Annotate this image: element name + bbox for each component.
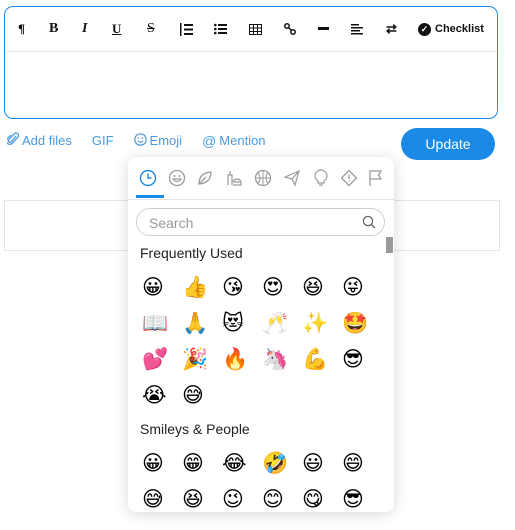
underline-icon[interactable]: U	[112, 19, 121, 39]
horizontal-rule-icon[interactable]	[318, 19, 329, 39]
emoji-button[interactable]: 😂	[218, 445, 258, 481]
symbols-category-icon[interactable]	[340, 169, 358, 187]
emoji-button[interactable]: 🙏	[178, 305, 218, 341]
emoji-button[interactable]: 🤩	[338, 305, 378, 341]
emoji-button[interactable]: 😆	[298, 269, 338, 305]
emoji-button[interactable]: 😘	[218, 269, 258, 305]
text-direction-icon[interactable]: ⇄	[386, 19, 397, 39]
align-left-icon[interactable]	[351, 19, 363, 39]
formatting-toolbar: ¶ B I U S ⇄ ✓ Checklist	[5, 7, 497, 52]
emoji-button[interactable]: 😁	[178, 445, 218, 481]
food-category-icon[interactable]	[225, 169, 243, 187]
bold-icon[interactable]: B	[49, 19, 58, 39]
gif-label: GIF	[91, 133, 114, 148]
flags-category-icon[interactable]	[367, 169, 385, 187]
emoji-label: Emoji	[149, 133, 183, 148]
emoji-button[interactable]: 😆	[178, 481, 218, 512]
emoji-list-scrollbar[interactable]	[386, 237, 393, 253]
emoji-button[interactable]: 😀	[138, 445, 178, 481]
checklist-label: Checklist	[435, 23, 484, 35]
composer-actions: Add files GIF Emoji @ Mention	[5, 132, 286, 149]
strikethrough-icon[interactable]: S	[147, 19, 155, 39]
activity-category-icon[interactable]	[254, 169, 272, 187]
emoji-button[interactable]: 💪	[298, 341, 338, 377]
emoji-button[interactable]: 🥂	[258, 305, 298, 341]
emoji-category-tabs	[128, 157, 394, 200]
add-files-button[interactable]: Add files	[5, 132, 72, 149]
emoji-button[interactable]: 😜	[338, 269, 378, 305]
mention-button[interactable]: @ Mention	[202, 133, 265, 149]
emoji-search-field[interactable]	[136, 208, 385, 236]
emoji-button[interactable]: 🦄	[258, 341, 298, 377]
emoji-button[interactable]: 😊	[258, 481, 298, 512]
message-editor[interactable]: ¶ B I U S ⇄ ✓ Checklist	[4, 6, 498, 119]
update-button[interactable]: Update	[401, 128, 495, 160]
checklist-button[interactable]: ✓ Checklist	[418, 19, 484, 39]
add-files-label: Add files	[22, 133, 72, 148]
nature-category-icon[interactable]	[196, 169, 214, 187]
check-circle-icon: ✓	[418, 22, 431, 36]
active-category-indicator	[136, 195, 164, 198]
emoji-button[interactable]: 😅	[138, 481, 178, 512]
emoji-button[interactable]: ✨	[298, 305, 338, 341]
gif-button[interactable]: GIF	[92, 133, 114, 148]
at-icon: @	[202, 132, 217, 149]
emoji-button[interactable]: 😀	[138, 269, 178, 305]
emoji-button[interactable]: 😭	[138, 377, 178, 413]
emoji-button[interactable]: 🎉	[178, 341, 218, 377]
emoji-button[interactable]: 😎	[338, 341, 378, 377]
smiley-icon	[133, 132, 147, 149]
link-icon[interactable]	[284, 19, 296, 39]
paragraph-icon[interactable]: ¶	[18, 19, 25, 39]
emoji-button[interactable]: 💕	[138, 341, 178, 377]
section-title-frequently-used: Frequently Used	[140, 245, 243, 261]
bullet-list-icon[interactable]	[214, 19, 227, 39]
emoji-button[interactable]: 🤣	[258, 445, 298, 481]
emoji-button[interactable]: 😍	[258, 269, 298, 305]
objects-category-icon[interactable]	[312, 169, 330, 187]
emoji-button[interactable]: 😄	[338, 445, 378, 481]
mention-label: Mention	[219, 133, 266, 148]
recent-category-icon[interactable]	[139, 169, 157, 187]
emoji-button[interactable]: Emoji	[133, 132, 183, 149]
emoji-button[interactable]: 😅	[178, 377, 218, 413]
travel-category-icon[interactable]	[283, 169, 301, 187]
emoji-button[interactable]: 🔥	[218, 341, 258, 377]
emoji-button[interactable]: 😻	[218, 305, 258, 341]
emoji-button[interactable]: 📖	[138, 305, 178, 341]
emoji-picker: Frequently Used 😀👍😘😍😆😜📖🙏😻🥂✨🤩💕🎉🔥🦄💪😎😭😅 Smi…	[128, 157, 394, 512]
italic-icon[interactable]: I	[82, 19, 87, 39]
section-title-smileys-people: Smileys & People	[140, 421, 250, 437]
ordered-list-icon[interactable]	[180, 19, 193, 39]
emoji-button[interactable]: 😋	[298, 481, 338, 512]
frequently-used-grid: 😀 👍 😘 😍 😆 😜 📖 🙏 😻 🥂 ✨ 🤩 💕 🎉 🔥 🦄 💪 😎 😭 😅	[138, 269, 378, 413]
emoji-button[interactable]: 😎	[338, 481, 378, 512]
emoji-button[interactable]: 😃	[298, 445, 338, 481]
search-icon	[362, 215, 376, 234]
paperclip-icon	[5, 132, 20, 149]
emoji-search-input[interactable]	[147, 213, 361, 233]
emoji-button[interactable]: 😉	[218, 481, 258, 512]
emoji-button[interactable]: 👍	[178, 269, 218, 305]
smileys-category-icon[interactable]	[168, 169, 186, 187]
smileys-people-grid: 😀 😁 😂 🤣 😃 😄 😅 😆 😉 😊 😋 😎	[138, 445, 378, 512]
table-icon[interactable]	[249, 19, 262, 39]
